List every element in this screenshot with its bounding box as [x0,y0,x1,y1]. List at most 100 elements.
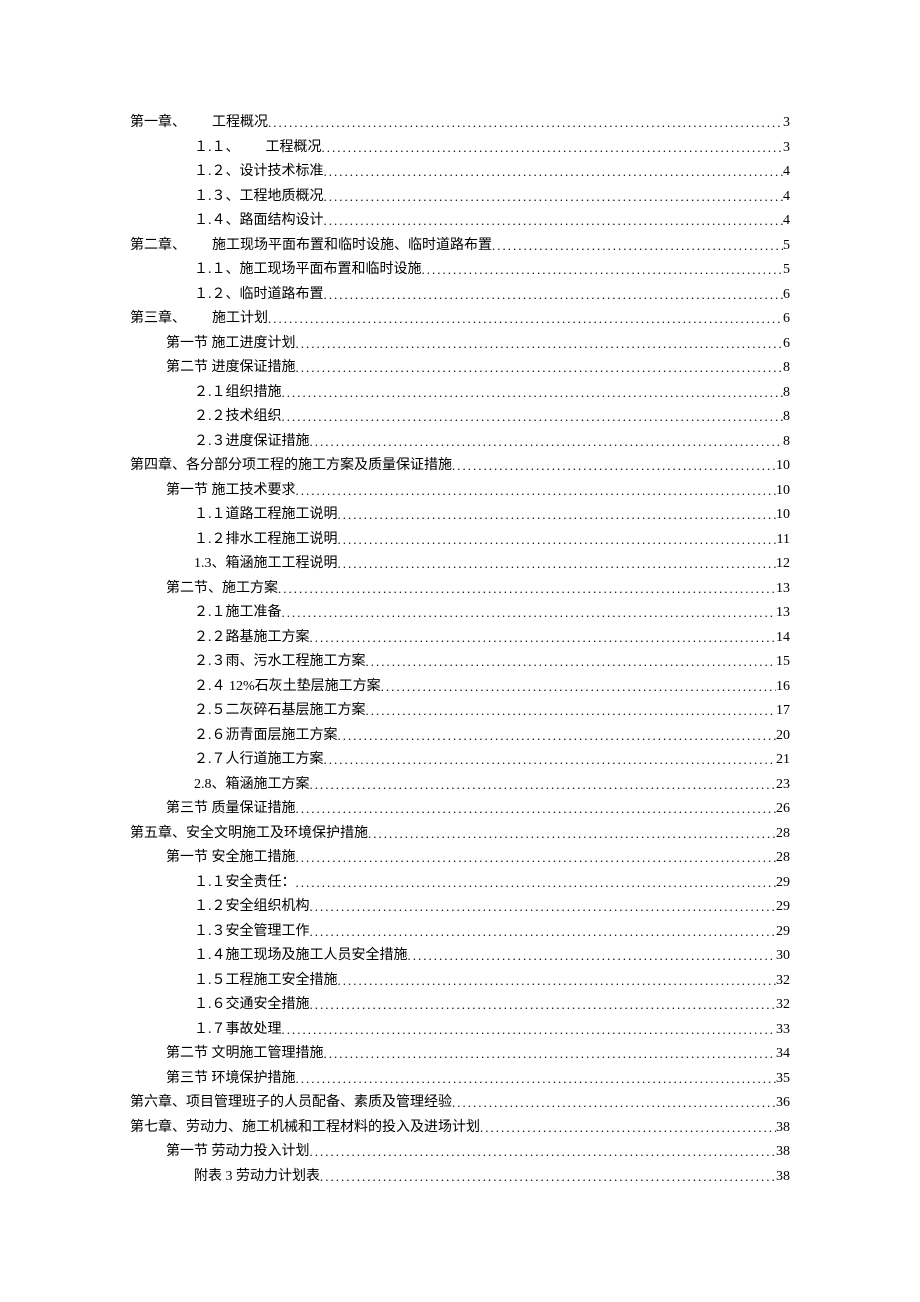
toc-entry-title: 第一节 劳动力投入计划 [166,1145,310,1159]
toc-entry-page: 29 [776,925,790,939]
toc-dots [278,582,776,595]
toc-entry-page: 38 [776,1145,790,1159]
toc-entry[interactable]: 第三节 质量保证措施 26 [130,801,790,816]
toc-entry-page: 36 [776,1096,790,1110]
toc-dots [296,1072,777,1085]
toc-dots [338,729,777,742]
toc-entry-title: 第三节 质量保证措施 [166,802,296,816]
toc-entry[interactable]: ２.４ 12%石灰土垫层施工方案16 [130,679,790,694]
toc-entry[interactable]: ２.１组织措施8 [130,385,790,400]
toc-entry[interactable]: １.１道路工程施工说明10 [130,507,790,522]
toc-entry[interactable]: １.４施工现场及施工人员安全措施30 [130,948,790,963]
toc-dots [296,851,777,864]
toc-entry[interactable]: ２.３雨、污水工程施工方案15 [130,654,790,669]
toc-entry-page: 11 [777,533,790,547]
toc-entry[interactable]: 第二节、施工方案13 [130,581,790,596]
toc-entry[interactable]: 第二节 进度保证措施8 [130,360,790,375]
toc-dots [320,1170,776,1183]
toc-entry-title: １.２、临时道路布置 [194,288,324,302]
toc-dots [324,288,784,301]
toc-dots [282,410,784,423]
toc-entry[interactable]: １.７事故处理33 [130,1022,790,1037]
toc-entry-title: ２.６沥青面层施工方案 [194,729,338,743]
toc-entry[interactable]: 第五章、安全文明施工及环境保护措施28 [130,826,790,841]
toc-entry-suffix: 施工现场平面布置和临时设施、临时道路布置 [212,239,492,253]
toc-dots [310,925,777,938]
toc-entry-title: 第一节 施工进度计划 [166,337,296,351]
toc-dots [422,263,784,276]
toc-entry[interactable]: ２.７人行道施工方案21 [130,752,790,767]
toc-entry-page: 32 [776,974,790,988]
toc-entry[interactable]: 第七章、劳动力、施工机械和工程材料的投入及进场计划38 [130,1120,790,1135]
toc-entry[interactable]: 第一节 安全施工措施28 [130,850,790,865]
toc-entry[interactable]: 第三节 环境保护措施35 [130,1071,790,1086]
toc-entry[interactable]: ２.２路基施工方案14 [130,630,790,645]
toc-entry[interactable]: １.５工程施工安全措施32 [130,973,790,988]
toc-entry[interactable]: １.２、设计技术标准4 [130,164,790,179]
toc-entry[interactable]: １.４、路面结构设计4 [130,213,790,228]
toc-dots [338,508,777,521]
toc-entry[interactable]: １.１、施工现场平面布置和临时设施5 [130,262,790,277]
toc-entry-page: 10 [776,484,790,498]
toc-entry-title: １.２、设计技术标准 [194,165,324,179]
toc-entry[interactable]: １.６交通安全措施32 [130,997,790,1012]
toc-entry[interactable]: 第六章、项目管理班子的人员配备、素质及管理经验 36 [130,1095,790,1110]
toc-entry-page: 8 [783,435,790,449]
toc-entry-title: 第七章、劳动力、施工机械和工程材料的投入及进场计划 [130,1121,480,1135]
toc-dots [310,631,777,644]
toc-entry[interactable]: ２.５二灰碎石基层施工方案17 [130,703,790,718]
toc-entry-page: 35 [776,1072,790,1086]
toc-entry[interactable]: １.２排水工程施工说明11 [130,532,790,547]
toc-entry-page: 21 [776,753,790,767]
toc-dots [310,998,777,1011]
toc-entry[interactable]: 第四章、各分部分项工程的施工方案及质量保证措施 10 [130,458,790,473]
toc-entry[interactable]: ２.６沥青面层施工方案20 [130,728,790,743]
toc-entry-page: 5 [783,263,790,277]
toc-dots [310,435,784,448]
toc-entry-title: 第二节、施工方案 [166,582,278,596]
toc-entry-title: 第六章、项目管理班子的人员配备、素质及管理经验 [130,1096,452,1110]
toc-dots [492,239,783,252]
table-of-contents: 第一章、工程概况3 １.１、工程概况3 １.２、设计技术标准4 １.３、工程地质概况4… [130,115,790,1184]
toc-entry-page: 14 [776,631,790,645]
toc-entry-title: 2.8、箱涵施工方案 [194,778,310,792]
toc-dots [296,361,784,374]
toc-entry[interactable]: １.１、工程概况3 [130,140,790,155]
toc-entry-page: 23 [776,778,790,792]
toc-entry[interactable]: 第三章、施工计划6 [130,311,790,326]
toc-entry[interactable]: 2.8、箱涵施工方案 23 [130,777,790,792]
toc-dots [310,900,777,913]
toc-entry[interactable]: ２.１施工准备13 [130,605,790,620]
toc-entry[interactable]: 第一节 施工进度计划6 [130,336,790,351]
toc-entry[interactable]: １.２、临时道路布置6 [130,287,790,302]
toc-entry[interactable]: 1.3、箱涵施工工程说明12 [130,556,790,571]
toc-entry[interactable]: 第二章、施工现场平面布置和临时设施、临时道路布置5 [130,238,790,253]
toc-entry-title: １.３、工程地质概况 [194,190,324,204]
toc-dots [296,337,784,350]
toc-dots [268,312,783,325]
toc-entry[interactable]: 附表 3 劳动力计划表38 [130,1169,790,1184]
toc-entry-page: 10 [776,508,790,522]
toc-entry-title: ２.５二灰碎石基层施工方案 [194,704,366,718]
toc-entry-page: 34 [776,1047,790,1061]
toc-entry-title: 第四章、各分部分项工程的施工方案及质量保证措施 [130,459,452,473]
toc-entry[interactable]: 第一节 劳动力投入计划 38 [130,1144,790,1159]
toc-entry[interactable]: １.３、工程地质概况4 [130,189,790,204]
toc-entry-page: 28 [776,827,790,841]
toc-entry-title: 第一节 安全施工措施 [166,851,296,865]
toc-entry[interactable]: １.１安全责任：29 [130,875,790,890]
toc-entry-page: 26 [776,802,790,816]
toc-entry[interactable]: 第二节 文明施工管理措施34 [130,1046,790,1061]
toc-entry[interactable]: ２.３进度保证措施8 [130,434,790,449]
toc-entry[interactable]: ２.２技术组织8 [130,409,790,424]
toc-entry-title: ２.１组织措施 [194,386,282,400]
toc-entry[interactable]: 第一节 施工技术要求10 [130,483,790,498]
toc-entry[interactable]: 第一章、工程概况3 [130,115,790,130]
toc-dots [282,386,784,399]
toc-entry-title: ２.３雨、污水工程施工方案 [194,655,366,669]
toc-entry-page: 10 [776,459,790,473]
toc-dots [452,1096,776,1109]
toc-entry[interactable]: １.３安全管理工作29 [130,924,790,939]
toc-dots [282,1023,777,1036]
toc-entry[interactable]: １.２安全组织机构29 [130,899,790,914]
